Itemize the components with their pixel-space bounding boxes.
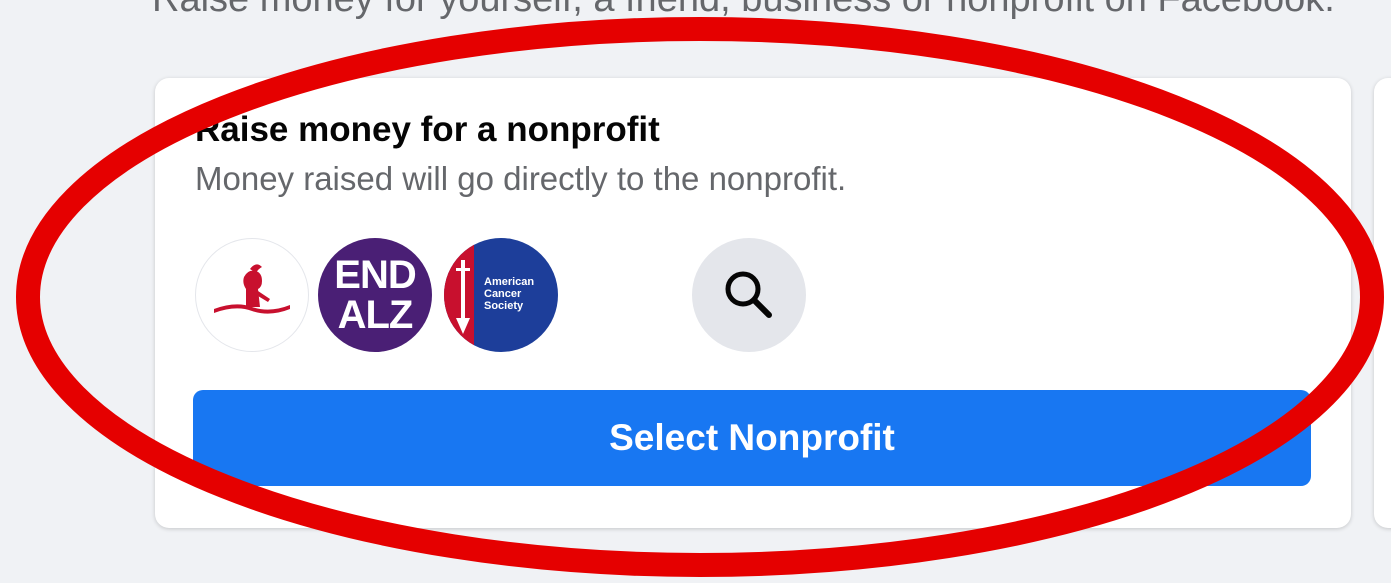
st-jude-child-icon	[214, 264, 290, 314]
page: Raise money for yourself, a friend, busi…	[0, 0, 1391, 583]
st-jude-logo[interactable]	[195, 238, 309, 352]
card-title: Raise money for a nonprofit	[195, 110, 660, 149]
nonprofit-fundraiser-card: Raise money for a nonprofit Money raised…	[155, 78, 1351, 528]
search-nonprofit-button[interactable]	[692, 238, 806, 352]
endalz-logo[interactable]: END ALZ	[318, 238, 432, 352]
search-icon	[725, 271, 772, 318]
page-subtitle: Raise money for yourself, a friend, busi…	[152, 0, 1335, 21]
endalz-logo-line2: ALZ	[337, 293, 414, 337]
select-nonprofit-button[interactable]: Select Nonprofit	[193, 390, 1311, 486]
acs-logo-text: American Cancer Society	[484, 276, 535, 312]
next-card-partial	[1374, 78, 1391, 528]
endalz-logo-line1: END	[334, 253, 416, 297]
card-description: Money raised will go directly to the non…	[195, 160, 847, 197]
american-cancer-society-logo[interactable]: American Cancer Society	[444, 238, 558, 352]
